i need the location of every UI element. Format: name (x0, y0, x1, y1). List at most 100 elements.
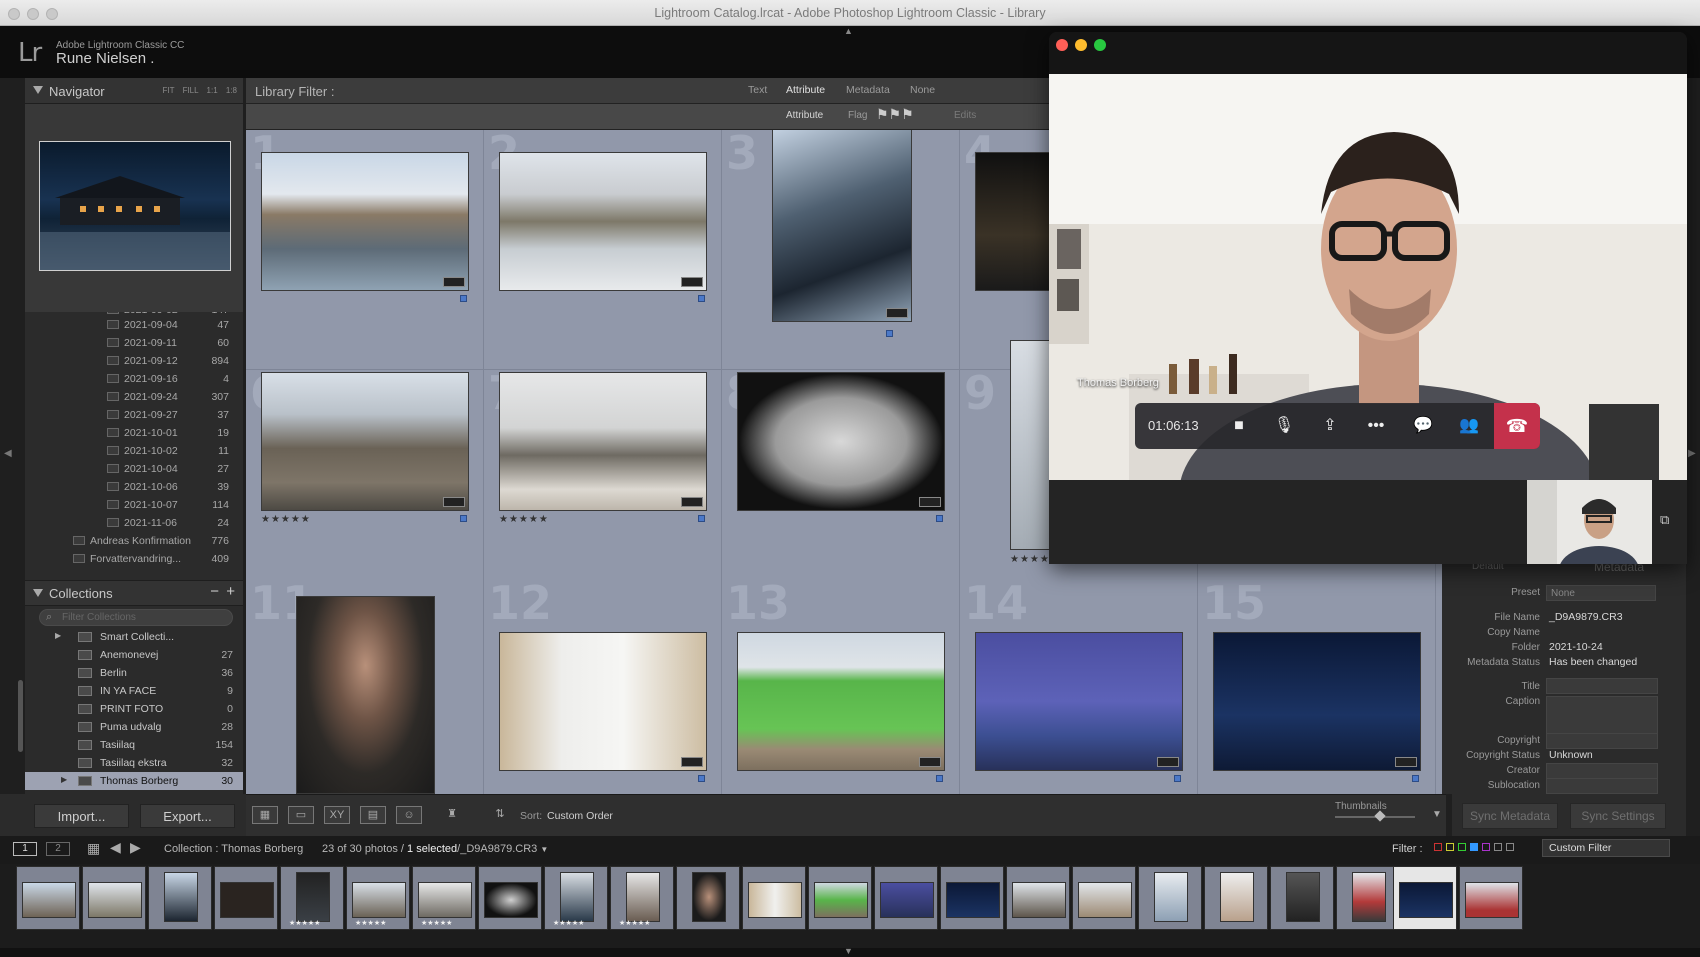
filmstrip-thumb[interactable] (82, 866, 146, 930)
camera-icon[interactable]: ■ (1226, 414, 1252, 438)
folder-row[interactable]: 2021-09-12 894 (25, 352, 243, 370)
folder-value[interactable]: 2021-10-24 (1549, 641, 1603, 653)
collection-row[interactable]: Berlin 36 (25, 664, 243, 682)
navigator-zoom-modes[interactable]: FIT FILL 1:1 1:8 (162, 86, 237, 95)
photo-thumbnail[interactable] (296, 596, 435, 794)
sync-settings-button[interactable]: Sync Settings (1570, 803, 1666, 829)
zoom-call-window-button[interactable] (1094, 39, 1106, 51)
photo-thumbnail[interactable] (261, 372, 469, 511)
survey-view-icon[interactable]: ▤ (360, 806, 386, 824)
filmstrip-thumb[interactable] (478, 866, 542, 930)
folder-row[interactable]: 2021-10-04 27 (25, 460, 243, 478)
folder-row[interactable]: 2021-10-02 11 (25, 442, 243, 460)
grid-cell[interactable]: 11 (246, 576, 484, 794)
grid-view-icon[interactable]: ▦ (252, 806, 278, 824)
photo-thumbnail[interactable] (772, 130, 912, 322)
folder-row[interactable]: 2021-09-27 37 (25, 406, 243, 424)
folder-row[interactable]: 2021-10-01 19 (25, 424, 243, 442)
screen-1-button[interactable]: 1 (13, 842, 37, 856)
flag-filter-icon[interactable]: ⚑⚑⚑ (876, 106, 914, 123)
filmstrip-thumb[interactable] (742, 866, 806, 930)
microphone-icon[interactable]: 🎙 (1271, 414, 1297, 438)
title-field[interactable] (1546, 678, 1658, 694)
photo-thumbnail[interactable] (499, 632, 707, 771)
creator-field[interactable] (1546, 763, 1658, 779)
pop-out-video-icon[interactable]: ⧉ (1660, 512, 1669, 528)
share-screen-icon[interactable]: ⇪ (1317, 414, 1343, 438)
grid-cell[interactable]: 14 (960, 576, 1198, 794)
export-button[interactable]: Export... (140, 804, 235, 828)
filmstrip-thumb[interactable] (148, 866, 212, 930)
photo-thumbnail[interactable] (737, 632, 945, 771)
painter-icon[interactable]: ♜ (444, 806, 460, 824)
folder-row[interactable]: 2021-10-07 114 (25, 496, 243, 514)
filmstrip-source[interactable]: Collection : Thomas Borberg (164, 843, 303, 855)
filmstrip-thumb[interactable]: ★★★★★ (280, 866, 344, 930)
folder-row[interactable]: Forvattervandring... 409 (25, 550, 243, 568)
photo-thumbnail[interactable] (499, 372, 707, 511)
add-collection-icon[interactable]: + (226, 583, 235, 600)
forward-arrow-icon[interactable]: ▶ (130, 839, 141, 856)
filmstrip-thumb[interactable] (1006, 866, 1070, 930)
left-panel-toggle-icon[interactable]: ◀ (4, 448, 12, 459)
folder-row[interactable]: 2021-11-06 24 (25, 514, 243, 532)
loupe-view-icon[interactable]: ▭ (288, 806, 314, 824)
grid-cell[interactable]: 6 ★★★★★ (246, 366, 484, 610)
collection-row[interactable]: PRINT FOTO 0 (25, 700, 243, 718)
collection-row[interactable]: Puma udvalg 28 (25, 718, 243, 736)
self-view-video[interactable] (1527, 480, 1652, 564)
bottom-panel-toggle-icon[interactable]: ▼ (844, 946, 853, 956)
collections-search-input[interactable]: ⌕ Filter Collections (39, 609, 233, 626)
sync-metadata-button[interactable]: Sync Metadata (1462, 803, 1558, 829)
nav-mode-1-8[interactable]: 1:8 (226, 86, 237, 95)
copyright-field[interactable] (1546, 733, 1658, 749)
sublocation-field[interactable] (1546, 778, 1658, 794)
grid-cell[interactable]: 1 (246, 130, 484, 370)
filmstrip-thumb[interactable] (1204, 866, 1268, 930)
navigator-preview-image[interactable] (39, 141, 231, 271)
sort-direction-icon[interactable]: ⇅ (486, 806, 514, 824)
filmstrip-thumb[interactable] (1336, 866, 1400, 930)
grid-cell[interactable]: 13 (722, 576, 960, 794)
filmstrip-thumb[interactable] (676, 866, 740, 930)
grid-cell[interactable]: 2 (484, 130, 722, 370)
photo-thumbnail[interactable] (737, 372, 945, 511)
left-panel-scrollbar[interactable] (18, 680, 23, 752)
folder-row[interactable]: 2021-09-11 60 (25, 334, 243, 352)
filmstrip-thumb[interactable]: ★★★★★ (412, 866, 476, 930)
preset-dropdown[interactable]: None (1546, 585, 1656, 601)
custom-filter-dropdown[interactable]: Custom Filter (1542, 839, 1670, 857)
folder-row[interactable]: 2021-09-16 4 (25, 370, 243, 388)
filmstrip-thumb[interactable] (16, 866, 80, 930)
photo-thumbnail[interactable] (499, 152, 707, 291)
grid-cell[interactable]: 8 (722, 366, 960, 610)
back-arrow-icon[interactable]: ◀ (110, 839, 121, 856)
collection-row[interactable]: Tasiilaq ekstra 32 (25, 754, 243, 772)
filmstrip-thumb[interactable] (874, 866, 938, 930)
filmstrip-thumb[interactable]: ★★★★★ (544, 866, 608, 930)
grid-cell[interactable]: 3 (722, 130, 960, 370)
collection-row[interactable]: IN YA FACE 9 (25, 682, 243, 700)
collection-row[interactable]: Tasiilaq 154 (25, 736, 243, 754)
filmstrip-thumb[interactable]: ★★★★★ (346, 866, 410, 930)
people-view-icon[interactable]: ☺ (396, 806, 422, 824)
filter-tab-metadata[interactable]: Metadata (846, 84, 890, 96)
grid-cell[interactable]: 7 ★★★★★ (484, 366, 722, 610)
filter-tab-none[interactable]: None (910, 84, 935, 96)
sort-dropdown[interactable]: Custom Order (547, 810, 613, 822)
filmstrip-thumb[interactable] (1138, 866, 1202, 930)
folder-row[interactable]: 2021-10-06 39 (25, 478, 243, 496)
collection-row-selected[interactable]: ▶ Thomas Borberg 30 (25, 772, 243, 790)
collapse-triangle-icon[interactable] (33, 86, 43, 94)
collapse-triangle-icon[interactable] (33, 589, 43, 597)
filter-tab-text[interactable]: Text (748, 84, 767, 96)
flag-filter-icons[interactable] (1434, 843, 1528, 853)
filmstrip-thumb[interactable]: ★★★★★ (610, 866, 674, 930)
collection-row[interactable]: ▶ Smart Collecti... (25, 628, 243, 646)
import-button[interactable]: Import... (34, 804, 129, 828)
participants-icon[interactable]: 👥 (1456, 414, 1482, 438)
star-rating[interactable]: ★★★★★ (261, 514, 311, 525)
collection-row[interactable]: Anemonevej 27 (25, 646, 243, 664)
copyright-status-dropdown[interactable]: Unknown (1549, 749, 1593, 761)
compare-view-icon[interactable]: XY (324, 806, 350, 824)
